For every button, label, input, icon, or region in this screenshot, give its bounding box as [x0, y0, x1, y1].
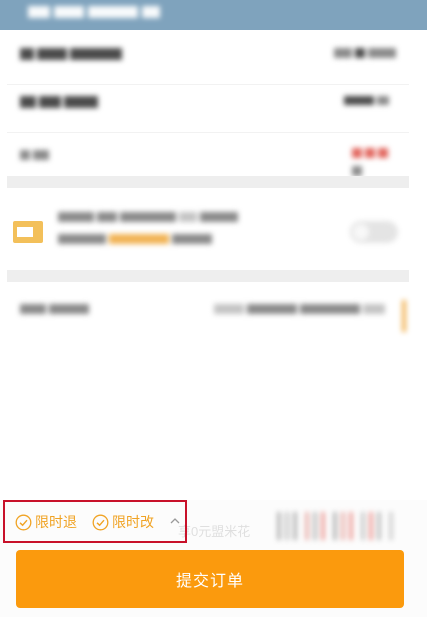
points-text-line1-obscured — [58, 212, 241, 230]
obscured-stripe — [322, 512, 324, 540]
limited-refund-badge[interactable]: 限时退 — [15, 513, 77, 531]
points-toggle-switch[interactable] — [350, 221, 398, 243]
info-row-1-label-obscured — [20, 48, 125, 66]
obscured-stripe — [294, 512, 296, 540]
obscured-stripe — [314, 512, 316, 540]
chevron-up-icon[interactable] — [169, 515, 181, 527]
section-separator — [7, 176, 409, 188]
points-text-line2-obscured — [58, 234, 215, 252]
obscured-stripe — [390, 512, 392, 540]
points-deduction-row — [0, 200, 402, 270]
info-row-3-label-obscured — [20, 150, 52, 168]
obscured-stripe — [378, 512, 380, 540]
wallet-icon — [13, 221, 43, 243]
extra-info-value-obscured — [214, 304, 388, 322]
extra-info-label-obscured — [20, 304, 92, 322]
divider — [7, 132, 409, 133]
info-row-1-value-obscured — [334, 48, 399, 66]
limited-change-badge[interactable]: 限时改 — [92, 513, 154, 531]
page-title-obscured — [28, 6, 178, 18]
header-bar — [0, 0, 427, 30]
divider — [7, 84, 409, 85]
obscured-stripe — [342, 512, 344, 540]
obscured-stripe — [334, 512, 336, 540]
info-row-2-label-obscured — [20, 96, 101, 114]
check-circle-icon — [15, 514, 32, 530]
obscured-stripe — [370, 512, 372, 540]
obscured-stripe — [362, 512, 364, 540]
obscured-stripe — [286, 512, 288, 540]
obscured-stripe — [278, 512, 280, 540]
section-separator — [7, 270, 409, 282]
submit-order-label: 提交订单 — [175, 573, 244, 590]
promo-ghost-text: 享0元盟米花 — [178, 524, 251, 539]
extra-info-marker — [402, 300, 409, 332]
check-circle-icon — [92, 514, 109, 530]
obscured-stripe — [350, 512, 352, 540]
limited-refund-label: 限时退 — [35, 514, 77, 530]
limited-change-label: 限时改 — [112, 514, 154, 530]
info-row-2-value-obscured — [344, 96, 392, 114]
extra-info-row[interactable] — [0, 294, 406, 334]
price-breakdown-obscured[interactable] — [278, 512, 404, 540]
obscured-stripe — [306, 512, 308, 540]
submit-order-button[interactable]: 提交订单 — [16, 550, 404, 608]
